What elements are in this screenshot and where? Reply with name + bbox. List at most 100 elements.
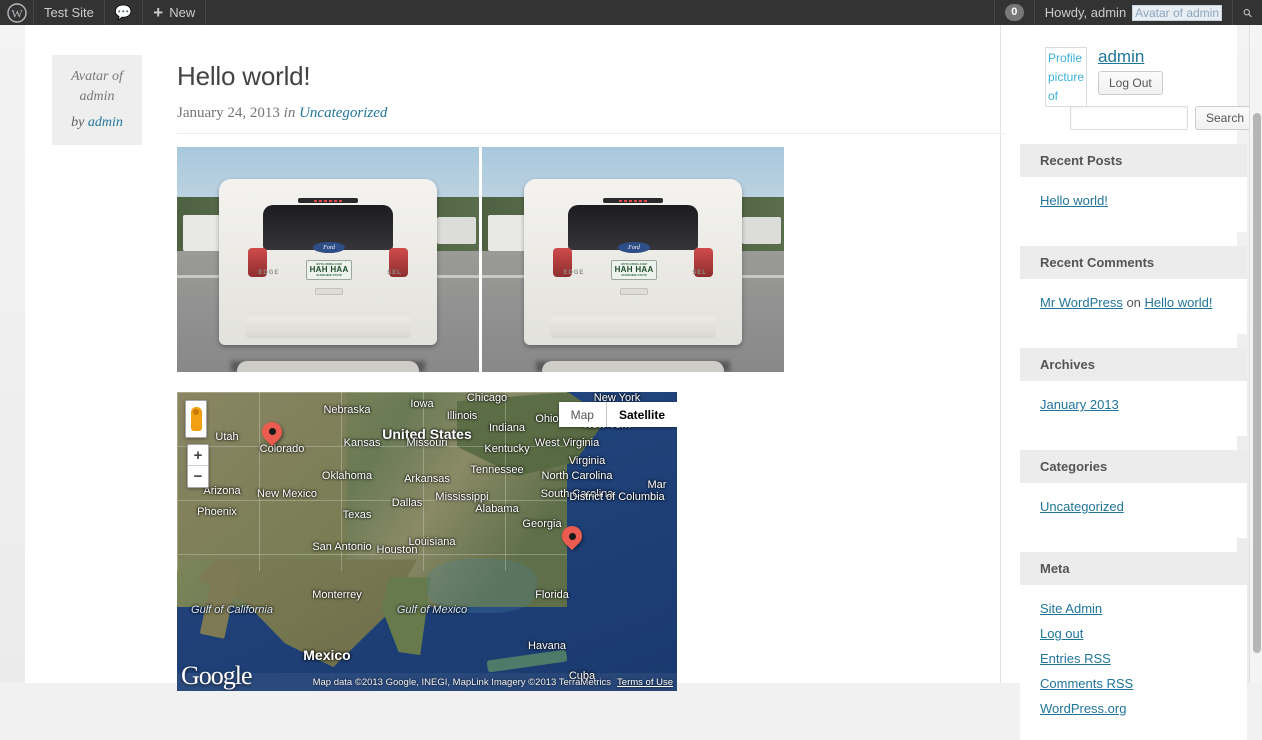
admin-bar-right: 0 Howdy, admin Avatar of admin (993, 0, 1262, 25)
foreground-car-hood (542, 360, 724, 372)
widget-title: Recent Comments (1020, 246, 1247, 279)
widget-link[interactable]: Hello world! (1040, 193, 1108, 208)
admin-bar-comments[interactable]: 💬 (105, 0, 144, 25)
widget-link[interactable]: Entries RSS (1040, 651, 1111, 666)
widget-link[interactable]: Comments RSS (1040, 676, 1133, 691)
admin-bar-comment-count[interactable]: 0 (993, 0, 1034, 25)
wordpress-logo-icon[interactable]: W (0, 0, 34, 25)
widget-link[interactable]: Uncategorized (1040, 499, 1124, 514)
car-photo-2[interactable]: Ford EDGE SEL MYFLORIDA.COM HAH HAA SUNS… (482, 147, 784, 372)
widget-list: Site Admin Log out Entries RSS Comments RSS… (1040, 599, 1227, 719)
in-label: in (283, 105, 296, 121)
map-canvas[interactable]: United States Mexico Nebraska Iowa Chicago Il… (177, 392, 677, 691)
widget-title: Recent Posts (1020, 144, 1247, 177)
widget-text: on (1122, 295, 1145, 310)
widget-title: Categories (1020, 450, 1247, 483)
car-bumper (550, 316, 716, 339)
admin-bar-search-icon[interactable] (1232, 0, 1262, 25)
ford-badge: Ford (312, 241, 346, 254)
profile-picture: Profile picture of (1045, 47, 1087, 107)
car-model-badge-left: EDGE (258, 270, 280, 277)
howdy-label: Howdy, admin (1044, 5, 1127, 20)
login-widget-body: admin Log Out (1098, 47, 1247, 95)
admin-bar-new-content[interactable]: + New (143, 0, 207, 25)
map-attribution: Map data ©2013 Google, INEGI, MapLink Im… (177, 673, 677, 691)
car-model-badge-left: EDGE (563, 270, 585, 277)
widget-link[interactable]: Hello world! (1145, 295, 1213, 310)
map-type-control[interactable]: Map Satellite (558, 402, 677, 427)
widget: Recent Posts Hello world! (1020, 144, 1247, 232)
widget: Archives January 2013 (1020, 348, 1247, 436)
post-category-link[interactable]: Uncategorized (299, 105, 387, 121)
car-trim-badge-right: SEL (387, 270, 402, 277)
site-title: Test Site (44, 5, 94, 20)
widget-link[interactable]: Log out (1040, 626, 1083, 641)
list-item: Uncategorized (1040, 497, 1227, 517)
list-item: WordPress.org (1040, 699, 1227, 719)
sidebar: Profile picture of admin Log Out Search … (1020, 47, 1256, 740)
license-plate: MYFLORIDA.COM HAH HAA SUNSHINE STATE (611, 260, 657, 281)
map-attribution-text: Map data ©2013 Google, INEGI, MapLink Im… (312, 676, 612, 688)
google-map-embed[interactable]: United States Mexico Nebraska Iowa Chicago Il… (177, 392, 677, 691)
admin-bar-my-account[interactable]: Howdy, admin Avatar of admin (1033, 0, 1232, 25)
street-view-pegman-icon[interactable] (185, 400, 207, 438)
search-input[interactable] (1070, 106, 1188, 130)
map-pin-dot (268, 428, 276, 436)
post-article: Hello world! January 24, 2013 in Uncateg… (177, 61, 1005, 691)
search-button[interactable]: Search (1195, 106, 1256, 130)
car-photo-1[interactable]: Ford EDGE SEL MYFLORIDA.COM HAH HAA SUNS… (177, 147, 479, 372)
marker-florida[interactable] (557, 522, 587, 554)
widget-body: Mr WordPress on Hello world! (1020, 279, 1247, 334)
widget-link[interactable]: January 2013 (1040, 397, 1119, 412)
map-terms-of-use-link[interactable]: Terms of Use (617, 677, 673, 688)
car-brake-light (602, 198, 664, 204)
post-author-box: Avatar of admin by admin (52, 55, 142, 145)
author-avatar: Avatar of admin (71, 69, 123, 104)
list-item: January 2013 (1040, 395, 1227, 415)
sidebar-username-link[interactable]: admin (1098, 47, 1144, 67)
log-out-button[interactable]: Log Out (1098, 71, 1163, 95)
author-link[interactable]: admin (88, 115, 123, 130)
admin-bar-left: W Test Site 💬 + New (0, 0, 207, 25)
car-body: Ford EDGE SEL MYFLORIDA.COM HAH HAA SUNS… (219, 178, 437, 345)
widget-area: Recent Posts Hello world! Recent Comments M… (1020, 144, 1247, 740)
car-body: Ford EDGE SEL MYFLORIDA.COM HAH HAA SUNS… (524, 178, 742, 345)
zoom-out-button[interactable]: − (188, 466, 208, 487)
comment-bubble-icon: 💬 (114, 4, 133, 20)
widget-body: Hello world! (1020, 177, 1247, 232)
scrollbar-thumb[interactable] (1253, 113, 1261, 653)
page-scrollbar[interactable] (1249, 25, 1262, 683)
list-item: Entries RSS (1040, 649, 1227, 669)
map-type-satellite-button[interactable]: Satellite (605, 402, 677, 427)
zoom-in-button[interactable]: + (188, 445, 208, 466)
map-zoom-control[interactable]: + − (187, 444, 209, 488)
search-form: Search (1070, 106, 1256, 130)
car-trim-badge-right: SEL (692, 270, 707, 277)
post-date: January 24, 2013 (177, 105, 280, 121)
widget: Recent Comments Mr WordPress on Hello wor… (1020, 246, 1247, 334)
post-image-gallery: Ford EDGE SEL MYFLORIDA.COM HAH HAA SUNS… (177, 147, 1005, 372)
list-item: Comments RSS (1040, 674, 1227, 694)
widget-link[interactable]: Mr WordPress (1040, 295, 1123, 310)
page-container: Avatar of admin by admin Hello world! Ja… (25, 25, 1256, 740)
map-type-map-button[interactable]: Map (558, 402, 606, 427)
widget-title: Archives (1020, 348, 1247, 381)
ford-badge: Ford (617, 241, 651, 254)
widget: Categories Uncategorized (1020, 450, 1247, 538)
list-item: Log out (1040, 624, 1227, 644)
widget-body: Site Admin Log out Entries RSS Comments RSS… (1020, 585, 1247, 740)
widget-link[interactable]: Site Admin (1040, 601, 1102, 616)
plate-bottom-text: SUNSHINE STATE (621, 273, 647, 278)
photo-background-vehicle (436, 216, 476, 244)
widget-link[interactable]: WordPress.org (1040, 701, 1126, 716)
car-bumper (245, 316, 411, 339)
list-item: Mr WordPress on Hello world! (1040, 293, 1227, 313)
car-liftgate-handle (619, 288, 649, 296)
marker-colorado[interactable] (257, 417, 287, 450)
admin-bar-site-name[interactable]: Test Site (34, 0, 105, 25)
wp-admin-bar: W Test Site 💬 + New 0 Howdy, admin Avata… (0, 0, 1262, 25)
car-liftgate-handle (314, 288, 344, 296)
post-byline: by admin (71, 115, 123, 130)
svg-text:W: W (11, 6, 23, 20)
comment-count-badge: 0 (1004, 4, 1024, 21)
